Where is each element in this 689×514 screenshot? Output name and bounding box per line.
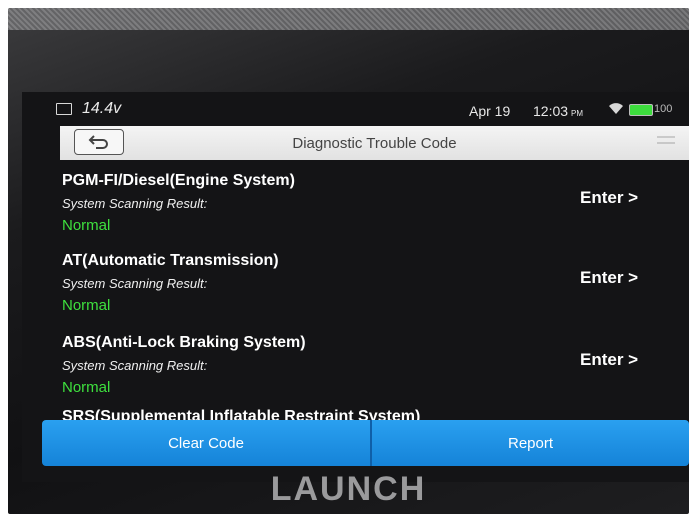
list-item[interactable]: PGM-FI/Diesel(Engine System) System Scan… xyxy=(22,162,689,242)
clear-code-button[interactable]: Clear Code xyxy=(42,420,370,466)
list-item[interactable]: ABS(Anti-Lock Braking System) System Sca… xyxy=(22,324,689,404)
title-bar: Diagnostic Trouble Code xyxy=(60,126,689,160)
report-button[interactable]: Report xyxy=(370,420,689,466)
status-bar: 14.4v Apr 19 12:03 PM 100 xyxy=(22,92,689,122)
enter-button[interactable]: Enter > xyxy=(580,268,638,288)
list-item[interactable]: AT(Automatic Transmission) System Scanni… xyxy=(22,242,689,322)
scan-result-label: System Scanning Result: xyxy=(62,358,208,373)
status-date: Apr 19 xyxy=(469,103,511,119)
system-name: AT(Automatic Transmission) xyxy=(62,252,279,269)
menu-icon[interactable] xyxy=(657,136,675,150)
brand-logo: LAUNCH xyxy=(270,470,427,508)
scan-result-status: Normal xyxy=(62,379,111,396)
system-list: PGM-FI/Diesel(Engine System) System Scan… xyxy=(22,162,689,422)
scan-result-label: System Scanning Result: xyxy=(62,276,208,291)
battery-voltage: 14.4v xyxy=(82,100,122,117)
status-time: 12:03 PM xyxy=(533,103,584,119)
battery-percent: 100 xyxy=(654,103,673,115)
system-name: ABS(Anti-Lock Braking System) xyxy=(62,334,306,351)
car-battery-icon xyxy=(56,103,72,115)
device-edge xyxy=(8,8,689,30)
scan-result-status: Normal xyxy=(62,217,111,234)
scan-result-status: Normal xyxy=(62,297,111,314)
battery-icon xyxy=(629,104,653,116)
device-screen: 14.4v Apr 19 12:03 PM 100 Diagnostic Trou… xyxy=(22,92,689,482)
system-name: PGM-FI/Diesel(Engine System) xyxy=(62,172,295,189)
action-bar: Clear Code Report xyxy=(42,420,689,466)
scan-tool-device: 14.4v Apr 19 12:03 PM 100 Diagnostic Trou… xyxy=(8,8,689,514)
enter-button[interactable]: Enter > xyxy=(580,350,638,370)
scan-result-label: System Scanning Result: xyxy=(62,196,208,211)
page-title: Diagnostic Trouble Code xyxy=(292,135,457,152)
wifi-icon xyxy=(609,103,623,114)
enter-button[interactable]: Enter > xyxy=(580,188,638,208)
